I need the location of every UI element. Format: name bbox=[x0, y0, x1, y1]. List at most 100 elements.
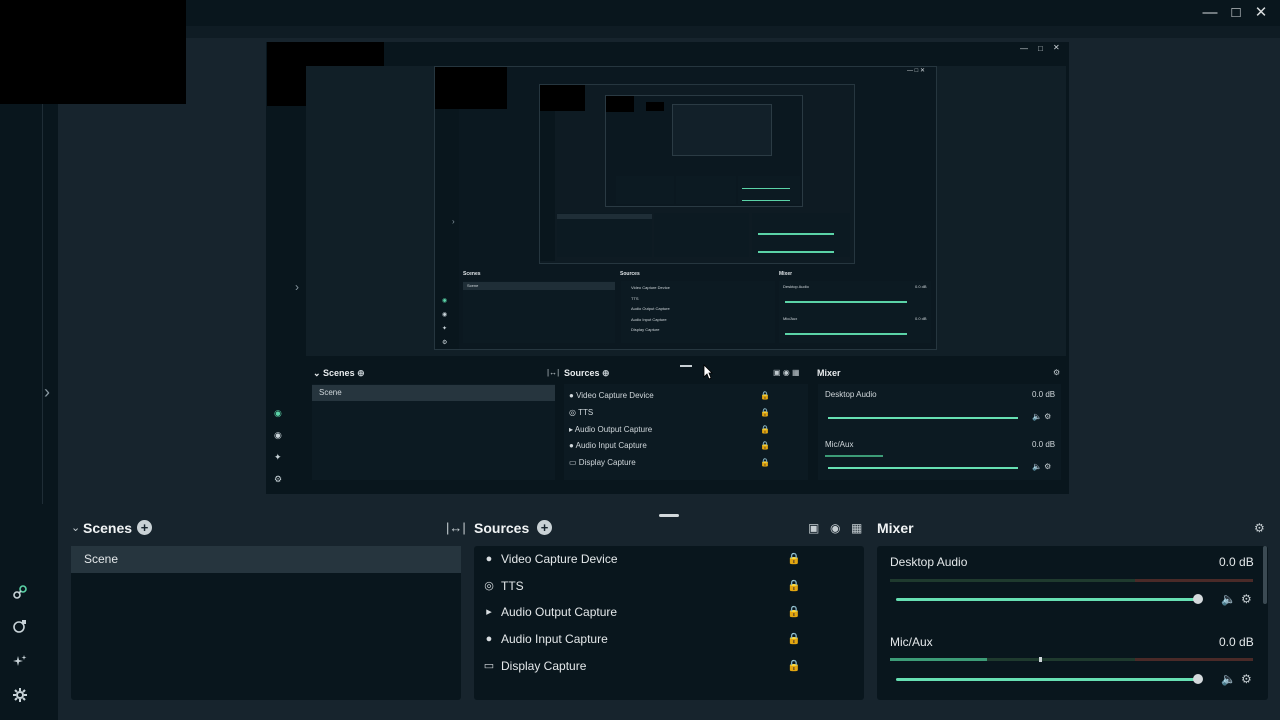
speaker-icon[interactable]: 🔈 bbox=[1221, 592, 1236, 606]
source-fit-icon[interactable]: |↔| bbox=[446, 520, 466, 535]
speaker-icon[interactable]: 🔈 bbox=[1221, 672, 1236, 686]
preview-resize-handle bbox=[680, 365, 692, 367]
toolbar-strip bbox=[0, 26, 1280, 38]
mic-aux-slider-knob[interactable] bbox=[1193, 674, 1203, 684]
desktop-audio-meter-peak bbox=[1135, 579, 1253, 582]
preview-source-row: ▸ Audio Output Capture bbox=[569, 424, 653, 434]
preview-mixer-desktop-level: 0.0 dB bbox=[1032, 390, 1056, 399]
source-label: Display Capture bbox=[501, 659, 587, 673]
minimize-icon[interactable]: — bbox=[1199, 3, 1221, 23]
close-icon[interactable]: ✕ bbox=[1250, 3, 1272, 23]
preview-minimize-icon: — bbox=[1020, 44, 1028, 53]
preview-mic-meter bbox=[825, 455, 883, 457]
desktop-audio-level: 0.0 dB bbox=[1219, 555, 1254, 569]
source-label: TTS bbox=[501, 579, 524, 593]
nav-divider bbox=[42, 104, 43, 504]
scene-item[interactable] bbox=[71, 546, 461, 573]
desktop-audio-meter bbox=[890, 579, 1135, 582]
collapse-scenes-icon[interactable]: ⌄ bbox=[71, 521, 80, 534]
desktop-audio-slider[interactable] bbox=[896, 598, 1198, 601]
desktop-audio-label: Desktop Audio bbox=[890, 555, 968, 569]
preview-settings-icon: ⚙ bbox=[274, 474, 283, 484]
dock-resize-handle[interactable] bbox=[659, 514, 679, 517]
preview-scene-label: Scene bbox=[319, 388, 342, 397]
lock-icon[interactable]: 🔒 bbox=[787, 552, 801, 565]
source-label: Video Capture Device bbox=[501, 552, 618, 566]
mixer-scrollbar[interactable] bbox=[1263, 546, 1267, 604]
redacted-area bbox=[0, 0, 186, 104]
monitor-icon: ▭ bbox=[483, 660, 495, 672]
lock-icon[interactable]: 🔒 bbox=[787, 605, 801, 618]
sources-title: Sources bbox=[474, 520, 530, 536]
add-scene-button[interactable]: + bbox=[137, 520, 152, 535]
preview-source-row: ◎ TTS bbox=[569, 407, 594, 417]
preview-sources-list: ● Video Capture Device ◎ TTS ▸ Audio Out… bbox=[569, 388, 654, 472]
mic-aux-slider[interactable] bbox=[896, 678, 1198, 681]
preview-desktop-slider bbox=[828, 417, 1018, 419]
preview-source-row: ▭ Display Capture bbox=[569, 458, 636, 468]
audio-monitor-icon[interactable]: ◉ bbox=[830, 521, 840, 535]
preview-source-row: ● Audio Input Capture bbox=[569, 441, 647, 451]
preview-studio-icon: ◉ bbox=[274, 408, 282, 418]
mixer-title: Mixer bbox=[877, 520, 914, 536]
source-label: Audio Output Capture bbox=[501, 605, 618, 619]
preview-close-icon: ✕ bbox=[1053, 43, 1060, 52]
lock-icon[interactable]: 🔒 bbox=[787, 632, 801, 645]
mic-aux-peak-marker bbox=[1039, 657, 1042, 662]
source-row[interactable]: ● Audio Input Capture 🔒 bbox=[482, 630, 802, 656]
nested-preview-level4 bbox=[605, 95, 803, 207]
gear-icon[interactable]: ⚙ bbox=[1241, 672, 1252, 686]
speaker-icon: ▸ bbox=[486, 606, 492, 618]
preview-mixer-header: Mixer bbox=[817, 368, 841, 378]
mouse-cursor bbox=[703, 364, 713, 385]
source-row[interactable]: ▭ Display Capture 🔒 bbox=[482, 657, 802, 683]
title-bar: — □ ✕ bbox=[0, 0, 1280, 26]
mic-aux-meter-bg bbox=[987, 658, 1135, 661]
scenes-title: Scenes bbox=[83, 520, 133, 536]
mixer-panel bbox=[877, 546, 1268, 700]
preview-source-row: ● Video Capture Device bbox=[569, 391, 654, 400]
settings-icon[interactable] bbox=[10, 687, 30, 707]
layout-editor-icon[interactable] bbox=[10, 618, 30, 638]
scene-item-label: Scene bbox=[84, 552, 119, 566]
microphone-icon: ● bbox=[485, 633, 493, 645]
globe-icon: ◎ bbox=[484, 580, 494, 592]
preview-sources-header: Sources ⊕ bbox=[564, 368, 610, 378]
preview-expand-icon: › bbox=[295, 280, 299, 294]
mic-aux-label: Mic/Aux bbox=[890, 635, 933, 649]
preview-mic-controls: 🔈 ⚙ bbox=[1032, 462, 1052, 471]
webcam-icon: ● bbox=[485, 553, 493, 565]
source-row[interactable]: ▸ Audio Output Capture 🔒 bbox=[482, 603, 802, 629]
mic-aux-level: 0.0 dB bbox=[1219, 635, 1254, 649]
source-label: Audio Input Capture bbox=[501, 632, 608, 646]
add-source-button[interactable]: + bbox=[537, 520, 552, 535]
preview-maximize-icon: □ bbox=[1038, 44, 1043, 53]
gear-icon[interactable]: ⚙ bbox=[1241, 592, 1252, 606]
desktop-audio-slider-knob[interactable] bbox=[1193, 594, 1203, 604]
source-row[interactable]: ● Video Capture Device 🔒 bbox=[482, 550, 802, 576]
lock-icon[interactable]: 🔒 bbox=[787, 579, 801, 592]
preview-ai-icon: ✦ bbox=[274, 452, 282, 462]
preview-mixer-desktop-label: Desktop Audio bbox=[825, 390, 877, 399]
advanced-audio-icon[interactable]: ▣ bbox=[808, 521, 819, 535]
expand-sidebar-icon[interactable]: › bbox=[44, 382, 50, 403]
mic-aux-meter bbox=[890, 658, 987, 661]
preview-mixer-settings-icon: ⚙ bbox=[1053, 368, 1061, 377]
mixer-settings-icon[interactable]: ⚙ bbox=[1254, 521, 1265, 535]
preview-scene-item bbox=[312, 385, 555, 401]
mic-aux-meter-peak bbox=[1135, 658, 1253, 661]
preview-mixer-mic-level: 0.0 dB bbox=[1032, 440, 1056, 449]
preview-fit-icon: |↔| bbox=[547, 368, 560, 377]
preview-layout-icon: ◉ bbox=[274, 430, 282, 440]
ai-highlighter-icon[interactable] bbox=[10, 653, 30, 673]
audio-folder-icon[interactable]: ▦ bbox=[851, 521, 862, 535]
studio-mode-icon[interactable] bbox=[10, 584, 30, 604]
preview-leftnav bbox=[266, 106, 306, 494]
preview-mixer-tools: ▣ ◉ ▦ bbox=[773, 368, 800, 377]
source-row[interactable]: ◎ TTS 🔒 bbox=[482, 577, 802, 603]
preview-mic-slider bbox=[828, 467, 1018, 469]
preview-lock-icons: 🔒 🔒 🔒 🔒 🔒 bbox=[760, 391, 770, 468]
maximize-icon[interactable]: □ bbox=[1225, 3, 1247, 23]
preview-desktop-controls: 🔈 ⚙ bbox=[1032, 412, 1052, 421]
lock-icon[interactable]: 🔒 bbox=[787, 659, 801, 672]
